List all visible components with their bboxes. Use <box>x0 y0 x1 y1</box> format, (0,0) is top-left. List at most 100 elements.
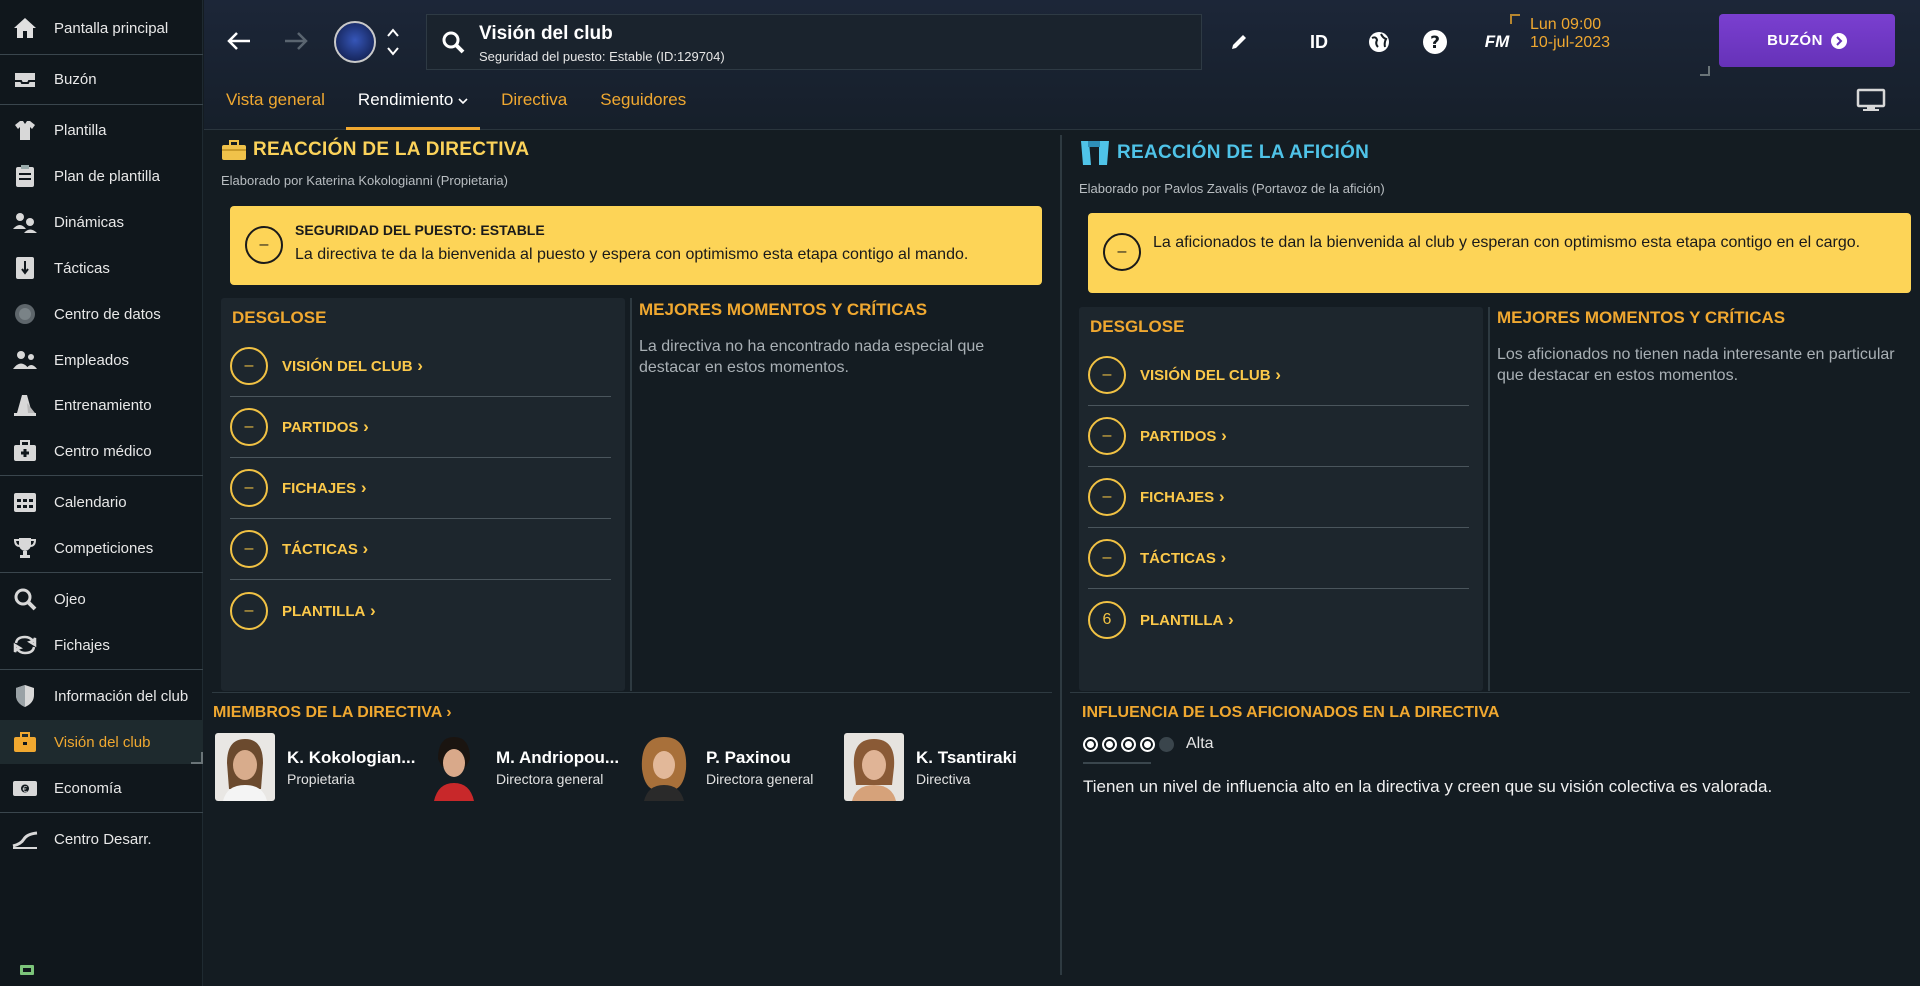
transfer-arrows-icon <box>12 632 38 658</box>
breakdown-row-tactics[interactable]: – TÁCTICAS <box>230 519 611 580</box>
monitor-button[interactable] <box>1856 88 1886 117</box>
breakdown-row-transfers[interactable]: – FICHAJES <box>1088 467 1469 528</box>
rating-ring: – <box>230 469 268 507</box>
top-bar: Visión del club Seguridad del puesto: Es… <box>204 0 1920 130</box>
fan-alert: – La aficionados te dan la bienvenida al… <box>1088 213 1911 293</box>
board-member[interactable]: P. Paxinou Directora general <box>634 733 813 801</box>
tab-performance[interactable]: Rendimiento <box>345 90 481 130</box>
fan-reaction-author: Elaborado por Pavlos Zavalis (Portavoz d… <box>1079 181 1385 196</box>
column-divider <box>1488 307 1490 691</box>
board-members-link[interactable]: MIEMBROS DE LA DIRECTIVA › <box>213 704 452 722</box>
breakdown-row-matches[interactable]: – PARTIDOS <box>1088 406 1469 467</box>
sidebar-item-development[interactable]: Centro Desarr. <box>0 817 203 861</box>
sidebar-item-squad-planner[interactable]: Plan de plantilla <box>0 154 203 198</box>
svg-text:?: ? <box>1430 33 1440 53</box>
sidebar-item-transfers[interactable]: Fichajes <box>0 623 203 667</box>
breakdown-label: VISIÓN DEL CLUB <box>282 356 423 376</box>
sidebar-divider <box>0 475 203 476</box>
sidebar-item-club-info[interactable]: Información del club <box>0 674 203 718</box>
chevron-right-icon <box>1830 32 1847 49</box>
sidebar-item-label: Fichajes <box>54 636 110 654</box>
alert-text: La directiva te da la bienvenida al pues… <box>295 246 969 263</box>
fm-menu-button[interactable]: FM <box>1480 28 1514 56</box>
sidebar-item-competitions[interactable]: Competiciones <box>0 526 203 570</box>
alert-heading: SEGURIDAD DEL PUESTO: ESTABLE <box>295 222 545 238</box>
club-switcher[interactable] <box>384 24 402 60</box>
sidebar-item-dynamics[interactable]: Dinámicas <box>0 200 203 244</box>
id-button[interactable]: ID <box>1304 28 1334 56</box>
tab-board[interactable]: Directiva <box>501 90 567 122</box>
sidebar-item-inbox[interactable]: Buzón <box>0 57 203 101</box>
member-role: Propietaria <box>287 770 355 787</box>
board-reaction-header: REACCIÓN DE LA DIRECTIVA <box>221 139 529 161</box>
board-member[interactable]: K. Kokologian... Propietaria <box>215 733 415 801</box>
date-continue[interactable]: Lun 09:00 10-jul-2023 <box>1510 14 1710 76</box>
chevron-down-icon <box>458 98 468 105</box>
forward-button[interactable] <box>281 26 311 56</box>
member-role: Directora general <box>496 770 604 787</box>
sidebar-item-label: Buzón <box>54 70 97 88</box>
section-divider <box>1070 692 1910 693</box>
globe-icon <box>1369 32 1389 52</box>
board-member[interactable]: K. Tsantiraki Directiva <box>844 733 1017 801</box>
column-divider <box>630 298 632 691</box>
member-role: Directora general <box>706 770 814 787</box>
fan-reaction-header: REACCIÓN DE LA AFICIÓN <box>1079 139 1369 167</box>
sidebar-item-club-vision[interactable]: Visión del club <box>0 720 203 764</box>
breakdown-row-matches[interactable]: – PARTIDOS <box>230 397 611 458</box>
shield-icon <box>12 683 38 709</box>
sidebar-item-medical[interactable]: Centro médico <box>0 429 203 473</box>
world-button[interactable] <box>1364 28 1394 56</box>
sidebar-item-label: Economía <box>54 779 122 797</box>
magnifier-icon <box>12 586 38 612</box>
sidebar-item-finances[interactable]: € Economía <box>0 766 203 810</box>
current-date: 10-jul-2023 <box>1530 34 1611 51</box>
staff-icon <box>12 347 38 373</box>
svg-text:€: € <box>22 785 27 794</box>
people-dynamics-icon <box>12 209 38 235</box>
breakdown-row-transfers[interactable]: – FICHAJES <box>230 458 611 519</box>
help-button[interactable]: ? <box>1420 28 1450 56</box>
highlights-text: Los aficionados no tienen nada interesan… <box>1497 346 1895 384</box>
breakdown-label: TÁCTICAS <box>282 539 368 559</box>
sidebar-item-tactics[interactable]: Tácticas <box>0 246 203 290</box>
inbox-button[interactable]: BUZÓN <box>1719 14 1895 67</box>
sidebar-item-data-hub[interactable]: Centro de datos <box>0 292 203 336</box>
edit-button[interactable] <box>1226 28 1252 56</box>
sidebar-item-calendar[interactable]: Calendario <box>0 480 203 524</box>
avatar <box>844 733 904 801</box>
breakdown-row-tactics[interactable]: – TÁCTICAS <box>1088 528 1469 589</box>
tab-overview[interactable]: Vista general <box>226 90 325 122</box>
highlights-text: La directiva no ha encontrado nada espec… <box>639 338 985 376</box>
sidebar-item-label: Centro médico <box>54 442 152 460</box>
rating-ring: – <box>1088 478 1126 516</box>
rating-ring: – <box>1088 539 1126 577</box>
sidebar-item-label: Plan de plantilla <box>54 167 160 185</box>
money-icon: € <box>12 775 38 801</box>
club-badge[interactable] <box>334 21 376 63</box>
shirt-icon <box>12 117 38 143</box>
sidebar-item-staff[interactable]: Empleados <box>0 338 203 382</box>
scarf-icon <box>1081 141 1109 165</box>
sidebar-item-label: Pantalla principal <box>54 19 169 37</box>
search-bar[interactable]: Visión del club Seguridad del puesto: Es… <box>426 14 1202 70</box>
back-button[interactable] <box>224 26 254 56</box>
breakdown-row-club-vision[interactable]: – VISIÓN DEL CLUB <box>1088 345 1469 406</box>
sidebar-item-home[interactable]: Pantalla principal <box>0 6 203 50</box>
sidebar-item-training[interactable]: Entrenamiento <box>0 383 203 427</box>
inbox-button-label: BUZÓN <box>1767 32 1823 49</box>
tab-supporters[interactable]: Seguidores <box>600 90 686 122</box>
data-hub-icon <box>12 301 38 327</box>
board-member[interactable]: M. Andriopou... Directora general <box>424 733 619 801</box>
breakdown-label: FICHAJES <box>282 478 367 498</box>
sidebar-item-label: Entrenamiento <box>54 396 152 414</box>
breakdown-row-club-vision[interactable]: – VISIÓN DEL CLUB <box>230 336 611 397</box>
sidebar-item-label: Ojeo <box>54 590 86 608</box>
inbox-icon <box>12 66 38 92</box>
sidebar-item-scouting[interactable]: Ojeo <box>0 577 203 621</box>
breakdown-label: PARTIDOS <box>282 417 369 437</box>
breakdown-row-squad[interactable]: 6 PLANTILLA <box>1088 589 1469 650</box>
sidebar-item-label: Empleados <box>54 351 130 369</box>
breakdown-row-squad[interactable]: – PLANTILLA <box>230 580 611 641</box>
sidebar-item-squad[interactable]: Plantilla <box>0 108 203 152</box>
